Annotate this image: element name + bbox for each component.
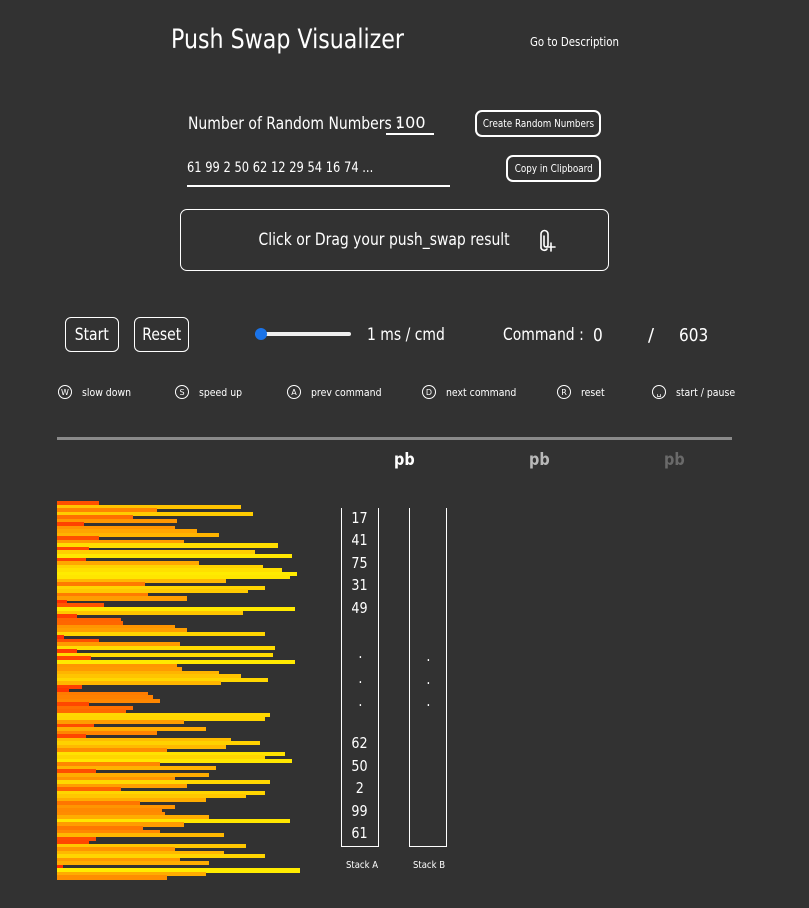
shortcut-label: prev command [311, 385, 382, 399]
stack-b-column: . . . [409, 508, 447, 847]
shortcut-speed-up: S speed up [175, 385, 250, 399]
value-bar [57, 645, 276, 650]
description-link[interactable]: Go to Description [530, 35, 619, 49]
shortcut-label: next command [446, 385, 517, 399]
random-count-input[interactable] [386, 111, 434, 135]
command-separator: / [648, 325, 655, 346]
stack-a-value: 75 [351, 554, 369, 572]
shortcut-reset: R reset [557, 385, 609, 399]
value-bar [57, 610, 244, 615]
stack-bars-visualization [57, 501, 307, 880]
stack-a-value: 49 [351, 599, 369, 617]
command-total: 603 [679, 325, 709, 346]
copy-clipboard-label: Copy in Clipboard [514, 162, 593, 175]
value-bar [57, 861, 209, 866]
random-numbers-field[interactable]: 61 99 2 50 62 12 29 54 16 74 ... [187, 157, 450, 187]
value-bar [57, 875, 168, 880]
paperclip-plus-icon [539, 229, 556, 252]
stack-a-label: Stack A [346, 860, 379, 871]
reset-label: Reset [142, 324, 181, 345]
start-button[interactable]: Start [65, 317, 119, 352]
random-numbers-text: 61 99 2 50 62 12 29 54 16 74 ... [187, 160, 374, 176]
start-label: Start [74, 324, 110, 345]
value-bar [57, 681, 222, 686]
value-bar [57, 543, 278, 548]
stack-a-ellipsis: . [357, 669, 363, 687]
copy-clipboard-button[interactable]: Copy in Clipboard [506, 155, 601, 182]
create-random-numbers-label: Create Random Numbers [482, 117, 594, 130]
shortcut-label: reset [581, 385, 605, 399]
shortcut-label: speed up [199, 385, 243, 399]
stack-a-value: 99 [351, 802, 369, 820]
previous-operation: pb [394, 450, 415, 470]
speed-label: 1 ms / cmd [367, 325, 445, 345]
stack-a-value: 31 [351, 576, 369, 594]
stack-b-ellipsis: . [425, 647, 431, 665]
shortcut-next-command: D next command [422, 385, 529, 399]
speed-slider[interactable] [255, 327, 351, 341]
key-s-icon: S [175, 385, 189, 399]
stack-a-value: 41 [351, 531, 369, 549]
key-r-icon: R [557, 385, 571, 399]
value-bar [57, 631, 266, 636]
random-count-label: Number of Random Numbers : [188, 114, 401, 134]
reset-button[interactable]: Reset [134, 317, 189, 352]
stack-a-column: 17 41 75 31 49 . . . 62 50 2 99 61 [341, 508, 379, 847]
shortcut-label: slow down [82, 385, 132, 399]
stack-a-ellipsis: . [357, 644, 363, 662]
drop-zone-label: Click or Drag your push_swap result [258, 230, 511, 250]
result-drop-zone[interactable]: Click or Drag your push_swap result [180, 209, 609, 271]
stack-b-label: Stack B [413, 860, 446, 871]
speed-slider-thumb[interactable] [255, 328, 267, 340]
current-operation: pb [529, 450, 550, 470]
page-title: Push Swap Visualizer [171, 24, 405, 55]
key-w-icon: W [58, 385, 72, 399]
stack-a-value: 61 [351, 824, 369, 842]
value-bar [57, 553, 293, 559]
key-d-icon: D [422, 385, 436, 399]
stack-a-value: 2 [355, 779, 365, 797]
stack-a-ellipsis: . [357, 692, 363, 710]
key-a-icon: A [287, 385, 301, 399]
divider [57, 437, 732, 440]
stack-b-ellipsis: . [425, 692, 431, 710]
stack-a-value: 62 [351, 734, 369, 752]
stack-b-ellipsis: . [425, 670, 431, 688]
shortcut-slow-down: W slow down [58, 385, 140, 399]
next-operation: pb [664, 450, 685, 470]
command-current: 0 [593, 325, 603, 346]
value-bar [57, 596, 187, 601]
key-space-icon: ␣ [652, 385, 666, 399]
shortcut-start-pause: ␣ start / pause [652, 385, 746, 399]
shortcut-label: start / pause [676, 385, 736, 399]
stack-a-value: 17 [351, 509, 369, 527]
command-label: Command : [503, 325, 584, 345]
shortcut-prev-command: A prev command [287, 385, 394, 399]
stack-a-value: 50 [351, 757, 369, 775]
create-random-numbers-button[interactable]: Create Random Numbers [475, 110, 601, 137]
speed-slider-track [255, 332, 351, 336]
